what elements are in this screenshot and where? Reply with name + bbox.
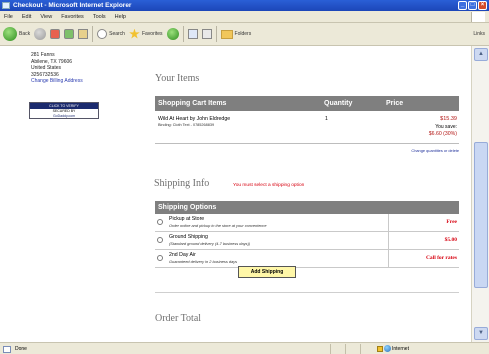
change-billing-link[interactable]: Change Billing Address (31, 78, 83, 85)
ie-page-icon (2, 2, 10, 9)
shipping-info-heading: Shipping Info (154, 178, 210, 189)
shipping-option-desc: (Standard ground delivery (4-7 business … (169, 241, 251, 246)
status-bar: Done Internet (0, 342, 489, 354)
shipping-radio-2nd-day[interactable] (157, 255, 163, 261)
back-arrow-icon (3, 27, 17, 41)
internet-zone-icon (384, 345, 391, 352)
print-button[interactable] (201, 29, 212, 39)
shipping-options-header: Shipping Options (155, 201, 459, 214)
back-button[interactable]: Back (3, 27, 30, 41)
cart-item-title: Wild At Heart by John Eldredge (158, 116, 231, 122)
scroll-up-arrow[interactable]: ▲ (474, 48, 488, 61)
status-divider (330, 344, 331, 354)
menu-favorites[interactable]: Favorites (61, 11, 84, 22)
back-label: Back (19, 31, 31, 37)
mail-button[interactable] (187, 29, 198, 39)
cart-item-qty: 1 (325, 116, 328, 122)
shipping-option-desc: Guaranteed delivery in 2 business days (169, 259, 238, 264)
status-divider (345, 344, 346, 354)
cart-header-qty: Quantity (324, 100, 353, 107)
shipping-radio-pickup[interactable] (157, 219, 163, 225)
shipping-option-cost: Call for rates (425, 255, 457, 261)
menu-file[interactable]: File (4, 11, 13, 22)
star-icon (129, 28, 140, 39)
shipping-option-row: 2nd Day Air Guaranteed delivery in 2 bus… (155, 250, 459, 268)
menu-help[interactable]: Help (115, 11, 126, 22)
windows-logo-icon (471, 12, 485, 22)
security-seal[interactable]: CLICK TO VERIFY SECURED BY GoDaddy.com (29, 102, 99, 119)
shipping-option-name: 2nd Day Air (169, 252, 196, 258)
minimize-button[interactable]: _ (458, 1, 467, 10)
column-divider (388, 250, 389, 268)
status-zone: Internet (392, 346, 409, 352)
forward-button[interactable] (34, 28, 47, 40)
cart-item-binding: Binding: Cloth Text - 0785268839 (158, 123, 215, 127)
folder-icon (220, 29, 233, 39)
shipping-option-name: Pickup at Store (169, 216, 205, 222)
billing-address: 281 Fanns Abilene, TX 79606 United State… (31, 52, 83, 85)
cart-item-price: $15.39 (440, 116, 457, 122)
shipping-option-row: Ground Shipping (Standard ground deliver… (155, 232, 459, 250)
title-bar: Checkout - Microsoft Internet Explorer _… (0, 0, 489, 11)
status-divider (360, 344, 361, 354)
stop-button[interactable] (50, 29, 61, 39)
toolbar-separator (182, 26, 184, 42)
shipping-option-cost: Free (446, 219, 457, 225)
vertical-scrollbar[interactable]: ▲ ▼ (471, 46, 489, 342)
folders-button[interactable]: Folders (220, 29, 252, 39)
menu-bar: File Edit View Favorites Tools Help (0, 11, 489, 23)
add-shipping-button[interactable]: Add Shipping (238, 266, 296, 278)
toolbar-separator (215, 26, 217, 42)
close-button[interactable]: × (478, 1, 487, 10)
cart-item-save-label: You save: (435, 124, 457, 130)
shipping-option-row: Pickup at Store Order online and pickup … (155, 214, 459, 232)
search-label: Search (109, 31, 125, 37)
scroll-thumb[interactable] (474, 142, 488, 288)
section-divider (155, 292, 459, 293)
maximize-button[interactable]: □ (468, 1, 477, 10)
seal-bot: GoDaddy.com (52, 113, 76, 118)
scroll-down-arrow[interactable]: ▼ (474, 327, 488, 340)
column-divider (388, 232, 389, 250)
column-divider (388, 214, 389, 232)
window-title: Checkout - Microsoft Internet Explorer (13, 2, 132, 9)
home-button[interactable] (78, 29, 89, 39)
shipping-radio-ground[interactable] (157, 237, 163, 243)
favorites-button[interactable]: Favorites (129, 28, 163, 40)
shipping-options-table: Shipping Options Pickup at Store Order o… (155, 201, 459, 268)
cart-row: Wild At Heart by John Eldredge Binding: … (155, 111, 459, 144)
toolbar: Back Search Favorites Folders Links (0, 23, 489, 46)
menu-view[interactable]: View (40, 11, 52, 22)
search-button[interactable]: Search (97, 29, 125, 39)
cart-item-savings: $6.60 (30%) (428, 131, 457, 137)
change-quantities-link[interactable]: Change quantities or delete (411, 148, 459, 153)
order-total-heading: Order Total (155, 313, 202, 324)
window-controls: _ □ × (458, 1, 487, 10)
cart-header-items: Shopping Cart Items (158, 100, 227, 107)
shipping-option-cost: $5.00 (444, 237, 457, 243)
media-button[interactable] (166, 28, 179, 40)
links-button[interactable]: Links (473, 31, 485, 37)
menu-edit[interactable]: Edit (22, 11, 31, 22)
favorites-label: Favorites (141, 31, 163, 37)
cart-header-price: Price (386, 100, 404, 107)
cart-table: Shopping Cart Items Quantity Price Wild … (155, 96, 459, 153)
shipping-option-name: Ground Shipping (169, 234, 208, 240)
lock-icon (377, 346, 383, 352)
your-items-heading: Your Items (155, 73, 200, 84)
toolbar-separator (92, 26, 94, 42)
shipping-warning: You must select a shipping option (233, 183, 305, 188)
cart-header: Shopping Cart Items Quantity Price (155, 96, 459, 111)
status-text: Done (15, 346, 27, 352)
page-content: 281 Fanns Abilene, TX 79606 United State… (0, 46, 471, 342)
folders-label: Folders (234, 31, 252, 37)
search-icon (97, 29, 108, 39)
shipping-option-desc: Order online and pickup in the store at … (169, 223, 267, 228)
page-icon (3, 346, 11, 353)
refresh-button[interactable] (64, 29, 75, 39)
menu-tools[interactable]: Tools (93, 11, 106, 22)
